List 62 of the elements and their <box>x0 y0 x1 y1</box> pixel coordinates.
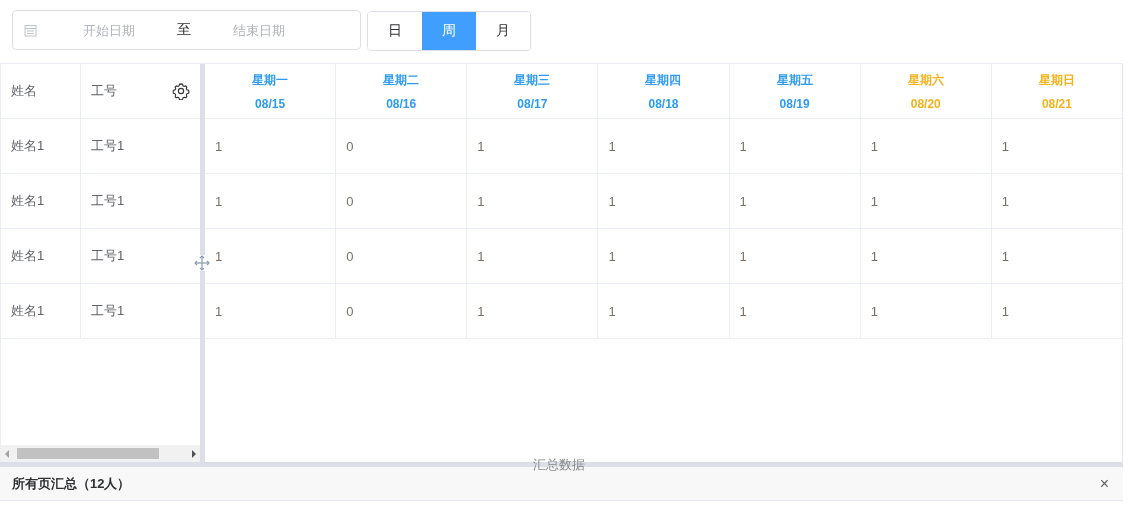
calendar-icon <box>24 23 37 37</box>
weekday-header: 星期四 <box>645 71 682 89</box>
table-cell: 姓名1 <box>1 229 81 283</box>
date-header: 08/19 <box>779 96 810 111</box>
end-date-input[interactable]: 结束日期 <box>197 21 321 39</box>
table-cell: 1 <box>860 284 992 338</box>
table-cell: 0 <box>336 229 468 283</box>
date-header: 08/21 <box>1041 96 1072 111</box>
table-cell: 1 <box>598 174 730 228</box>
table-cell-text: 1 <box>1000 302 1011 321</box>
table-cell: 1 <box>860 174 992 228</box>
table-cell: 1 <box>467 284 599 338</box>
range-separator: 至 <box>176 21 192 39</box>
table-cell: 1 <box>729 174 861 228</box>
close-button[interactable]: × <box>1097 474 1111 493</box>
table-cell: 1 <box>598 229 730 283</box>
table-cell: 1 <box>598 284 730 338</box>
table-cell-text: 1 <box>1000 247 1011 266</box>
table-cell: 0 <box>336 119 468 173</box>
table-cell: 姓名1 <box>1 284 81 338</box>
date-header: 08/17 <box>517 96 548 111</box>
table-cell: 0 <box>336 284 468 338</box>
weekday-header: 星期二 <box>383 71 420 89</box>
table-cell: 1 <box>467 119 599 173</box>
weekday-header: 星期五 <box>776 71 813 89</box>
weekday-header: 星期日 <box>1038 71 1075 89</box>
date-header: 08/18 <box>648 96 679 111</box>
table-cell: 1 <box>467 229 599 283</box>
section-label: 汇总数据 <box>533 457 585 473</box>
table-cell: 1 <box>860 229 992 283</box>
weekday-header: 星期六 <box>907 71 944 89</box>
table-cell: 姓名1 <box>1 119 81 173</box>
table-cell: 1 <box>205 174 337 228</box>
table-cell: 1 <box>598 119 730 173</box>
start-date-input[interactable]: 开始日期 <box>47 21 171 39</box>
table-cell-text: 1 <box>1000 137 1011 156</box>
table-cell: 1 <box>729 284 861 338</box>
column-header: 工号 <box>91 82 117 100</box>
table-cell: 1 <box>467 174 599 228</box>
table-cell-text: 工号1 <box>90 247 126 265</box>
table-cell: 1 <box>205 284 337 338</box>
table-cell-text: 工号1 <box>90 137 126 155</box>
table-cell: 1 <box>729 229 861 283</box>
weekday-header: 星期三 <box>514 71 551 89</box>
column-header: 姓名 <box>1 64 81 118</box>
date-range-field[interactable]: 开始日期 至 结束日期 <box>12 10 361 50</box>
date-header: 08/20 <box>910 96 941 111</box>
table-cell-text: 工号1 <box>90 302 126 320</box>
settings-icon[interactable] <box>172 82 190 100</box>
table-cell: 姓名1 <box>1 174 81 228</box>
table-cell-text: 1 <box>1000 192 1011 211</box>
weekday-header: 星期一 <box>252 71 289 89</box>
table-cell: 0 <box>336 174 468 228</box>
horizontal-scrollbar[interactable] <box>1 445 200 462</box>
date-header: 08/15 <box>255 96 286 111</box>
summary-title: 所有页汇总（12人） <box>12 474 131 493</box>
table-cell: 1 <box>205 119 337 173</box>
table-cell: 1 <box>860 119 992 173</box>
table-cell-text: 工号1 <box>90 192 126 210</box>
table-cell: 1 <box>729 119 861 173</box>
table-cell: 1 <box>205 229 337 283</box>
date-header: 08/16 <box>386 96 417 111</box>
